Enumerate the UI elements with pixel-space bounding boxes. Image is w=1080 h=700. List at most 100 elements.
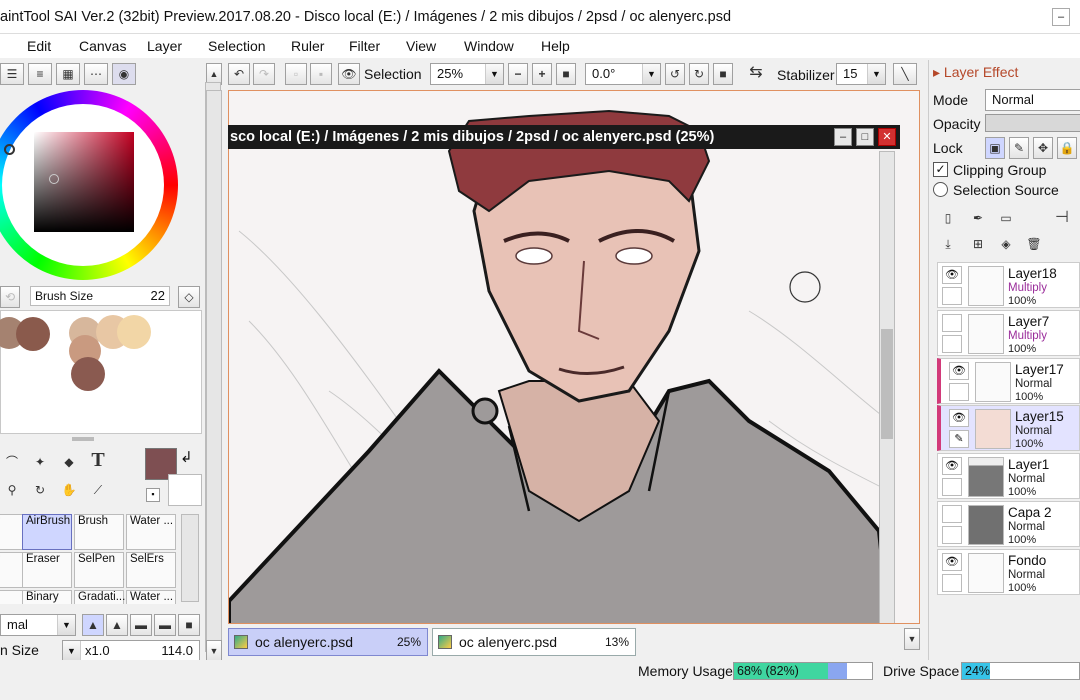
tool-cell-water[interactable]: Water ... [126,514,176,550]
tool-cell-airbrush[interactable]: AirBrush [22,514,72,550]
invert-selection-icon[interactable]: ▪ [310,63,332,85]
eye-hidden-icon[interactable] [942,314,962,332]
splitter-handle[interactable] [72,437,94,441]
layer-lock-box[interactable] [942,526,962,544]
brush-size-slider[interactable]: Brush Size 22 [30,286,170,306]
grid-view-icon[interactable]: ▦ [56,63,80,85]
layer-lock-box[interactable] [942,287,962,305]
lasso-icon[interactable]: ⌒ [0,452,24,474]
pen-icon[interactable]: ✎ [949,430,969,448]
minimize-button[interactable]: ‒ [1052,8,1070,26]
rotate-right-icon[interactable]: ↻ [689,63,709,85]
layer-mode-select[interactable]: Normal [985,89,1080,111]
menu-canvas[interactable]: Canvas [79,38,126,54]
brush-size-reset-icon[interactable]: ⟲ [0,286,20,308]
menu-selection[interactable]: Selection [208,38,266,54]
layer-lock-box[interactable] [942,335,962,353]
undo-icon[interactable]: ↶ [228,63,250,85]
tool-cell-binary[interactable]: Binary ... [22,590,72,604]
lock-move-icon[interactable]: ✥ [1033,137,1053,159]
lock-all-icon[interactable]: 🔒 [1057,137,1077,159]
tool-cell-gradation[interactable]: Gradati... [74,590,125,604]
brush-shape-4-icon[interactable]: ▬ [154,614,176,636]
layer-row[interactable]: 👁 Fondo Normal 100% [937,549,1080,595]
rotate-left-icon[interactable]: ↺ [665,63,685,85]
eye-icon[interactable]: 👁 [338,63,360,85]
layer-lock-box[interactable] [942,574,962,592]
zoom-tool-icon[interactable]: ⚲ [0,480,24,502]
clear-layer-icon[interactable]: ◈ [995,234,1017,256]
min-size-field[interactable]: ▼ x1.0 114.0 [62,640,200,662]
rotation-select[interactable]: 0.0° ▼ [585,63,661,85]
layer-row-clipped[interactable]: 👁 Layer17 Normal 100% [937,358,1080,404]
canvas-scrollbar-thumb[interactable] [881,329,893,439]
stabilizer-select[interactable]: 15 ▼ [836,63,886,85]
doc-minimize-icon[interactable]: ‒ [834,128,852,146]
canvas-area[interactable] [228,90,920,624]
doc-close-icon[interactable]: ✕ [878,128,896,146]
zoom-in-icon[interactable]: + [532,63,552,85]
color-wheel-icon[interactable]: ◉ [112,63,136,85]
layer-row[interactable]: Layer7 Multiply 100% [937,310,1080,356]
layer-menu-icon[interactable]: ⊣ [1049,208,1075,230]
layer-lock-box[interactable] [942,478,962,496]
swatch[interactable] [71,357,105,391]
new-folder-icon[interactable]: ▭ [995,208,1017,230]
blend-mode-select[interactable]: mal ▼ [0,614,76,636]
tool-cell-selers[interactable]: SelErs [126,552,176,588]
eye-icon[interactable]: 👁 [942,457,962,475]
selection-source-checkbox[interactable] [933,182,948,197]
deselect-icon[interactable]: ▫ [285,63,307,85]
eye-icon[interactable]: 👁 [949,409,969,427]
list-view-icon[interactable]: ☰ [0,63,24,85]
tool-cell-brush[interactable]: Brush [74,514,124,550]
file-tab-active[interactable]: oc alenyerc.psd 25% [228,628,428,656]
eye-icon[interactable]: 👁 [949,362,969,380]
layer-row-selected[interactable]: 👁 ✎ Layer15 Normal 100% [937,405,1080,451]
menu-help[interactable]: Help [541,38,570,54]
zoom-out-icon[interactable]: − [508,63,528,85]
brush-shape-1-icon[interactable]: ▲ [82,614,104,636]
tool-cell-selpen[interactable]: SelPen [74,552,124,588]
sub-color-swatch[interactable] [168,474,202,506]
zoom-select[interactable]: 25% ▼ [430,63,504,85]
menu-view[interactable]: View [406,38,436,54]
magic-wand-icon[interactable]: ✦ [28,452,52,474]
scratch-pad[interactable] [0,310,202,434]
opacity-slider[interactable] [985,114,1080,132]
duplicate-layer-icon[interactable]: ⊞ [967,234,989,256]
transparent-color-icon[interactable]: ▪ [146,488,160,502]
redo-icon[interactable]: ↷ [253,63,275,85]
menu-edit[interactable]: Edit [27,38,51,54]
eyedropper-icon[interactable]: ⟋ [86,480,110,502]
lock-transparency-icon[interactable]: ▣ [985,137,1005,159]
hand-tool-icon[interactable]: ✋ [57,480,81,502]
eye-hidden-icon[interactable] [942,505,962,523]
tool-cell-water-2[interactable]: Water ... [126,590,176,604]
layer-lock-box[interactable] [949,383,969,401]
brush-shape-2-icon[interactable]: ▲ [106,614,128,636]
list-compact-icon[interactable]: ≡ [28,63,52,85]
layer-row[interactable]: 👁 Layer18 Multiply 100% [937,262,1080,308]
eraser-toggle-icon[interactable]: ◇ [178,286,200,308]
swatch[interactable] [16,317,50,351]
doc-maximize-icon[interactable]: □ [856,128,874,146]
eye-icon[interactable]: 👁 [942,553,962,571]
merge-down-icon[interactable]: ⤓ [937,234,959,256]
clipping-group-checkbox[interactable]: ✓ [933,162,948,177]
tool-grid-scrollbar[interactable] [181,514,199,602]
brush-shape-5-icon[interactable]: ■ [178,614,200,636]
scroll-down-arrow-icon[interactable]: ▼ [206,640,222,662]
new-layer-icon[interactable]: ▯ [937,208,959,230]
menu-window[interactable]: Window [464,38,514,54]
swatch[interactable] [117,315,151,349]
bucket-icon[interactable]: ◆ [57,452,81,474]
brush-shape-3-icon[interactable]: ▬ [130,614,152,636]
layer-effect-toggle[interactable]: ▸ Layer Effect [933,64,1018,81]
lock-paint-icon[interactable]: ✎ [1009,137,1029,159]
canvas-left-scrollbar[interactable] [206,90,222,656]
layer-row[interactable]: Capa 2 Normal 100% [937,501,1080,547]
file-tab[interactable]: oc alenyerc.psd 13% [432,628,636,656]
tool-cell-eraser[interactable]: Eraser [22,552,72,588]
eye-icon[interactable]: 👁 [942,266,962,284]
